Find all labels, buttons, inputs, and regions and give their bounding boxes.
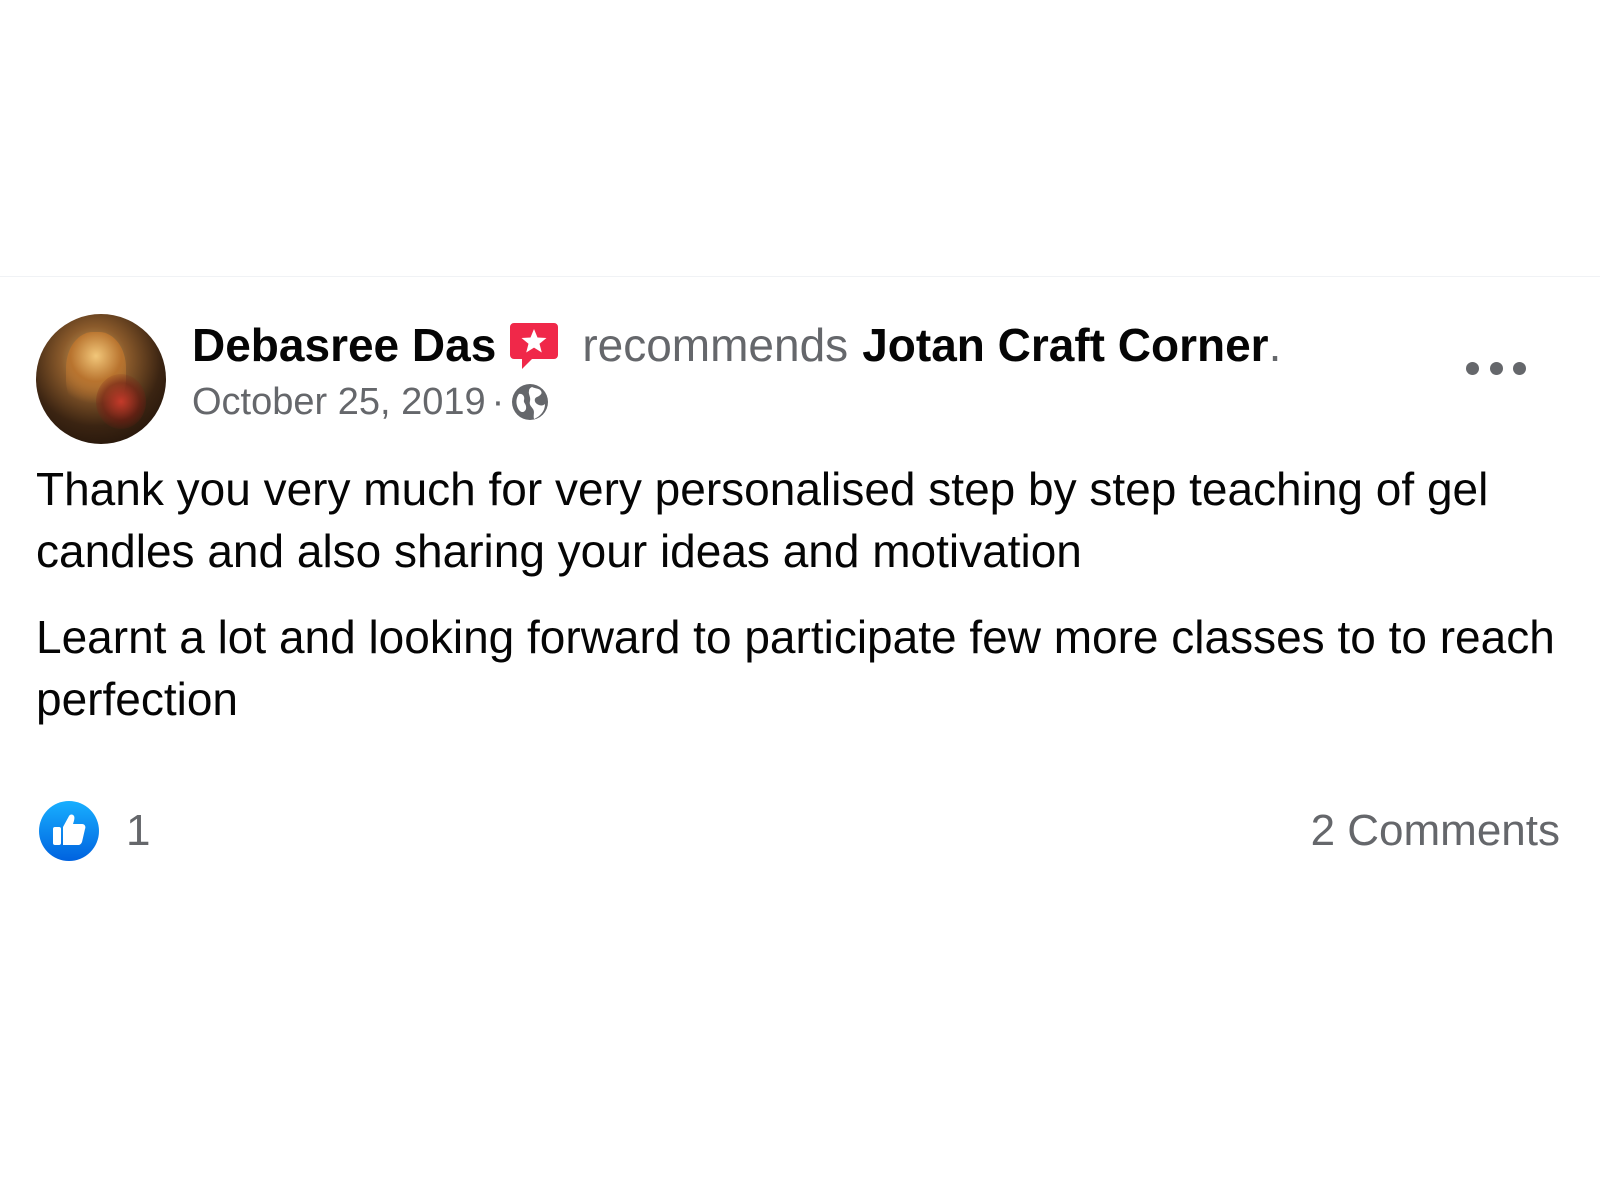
post-subline: October 25, 2019 · [192,380,1281,424]
globe-icon[interactable] [510,382,550,422]
post-paragraph: Thank you very much for very personalise… [36,463,1489,577]
post-date[interactable]: October 25, 2019 [192,380,486,424]
post-footer: 1 2 Comments [38,798,1560,864]
author-name[interactable]: Debasree Das [192,318,496,372]
title-period: . [1268,319,1282,371]
reactions-summary[interactable]: 1 [38,800,150,862]
page-name-link[interactable]: Jotan Craft Corner [862,318,1268,372]
recommendation-badge-icon [510,323,559,369]
author-avatar[interactable] [36,314,166,444]
post-body: Thank you very much for very personalise… [36,458,1556,754]
post-title-line: Debasree Das recommends Jotan Craft Corn… [192,318,1281,372]
meta-separator: · [491,381,505,423]
post-header: Debasree Das recommends Jotan Craft Corn… [36,314,1281,444]
more-dot [1513,361,1526,375]
like-count: 1 [126,806,151,855]
like-icon [39,801,99,861]
more-options-icon[interactable] [1466,348,1526,388]
more-dot [1489,361,1503,375]
more-dot [1466,361,1479,375]
post-meta: Debasree Das recommends Jotan Craft Corn… [192,318,1281,424]
recommends-text: recommends [582,319,849,371]
post-paragraph: Learnt a lot and looking forward to part… [36,611,1555,725]
comments-count-link[interactable]: 2 Comments [1311,806,1560,856]
